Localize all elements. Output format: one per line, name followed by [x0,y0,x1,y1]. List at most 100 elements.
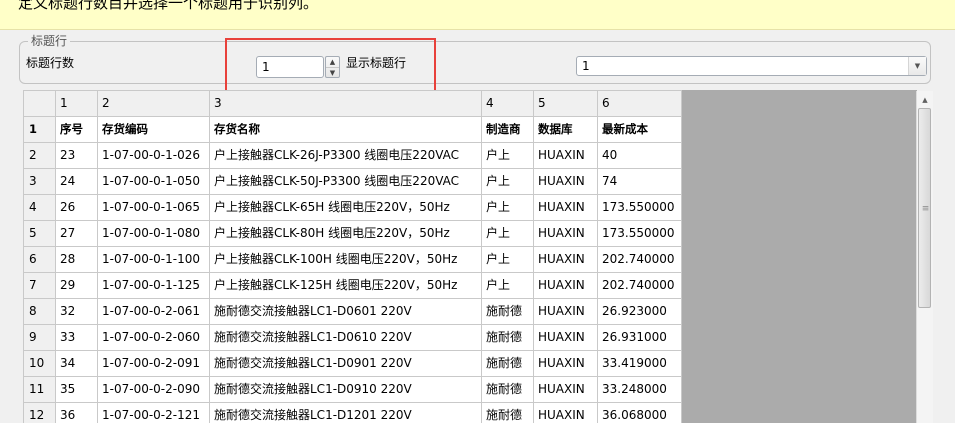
grid-cell[interactable]: 存货名称 [209,116,482,143]
grid-cell[interactable]: 户上 [481,246,534,273]
grid-cell[interactable]: 户上 [481,272,534,299]
grid-cell[interactable]: 户上接触器CLK-65H 线圈电压220V，50Hz [209,194,482,221]
grid-cell[interactable]: 1-07-00-0-1-080 [97,220,210,247]
grid-cell[interactable]: 36.068000 [597,402,682,423]
scrollbar-thumb[interactable]: ≡ [918,108,931,308]
grid-cell[interactable]: 33 [55,324,98,351]
grid-cell[interactable]: 40 [597,142,682,169]
grid-cell[interactable]: 24 [55,168,98,195]
grid-cell[interactable]: 制造商 [481,116,534,143]
grid-cell[interactable]: HUAXIN [533,142,598,169]
row-number-header[interactable]: 11 [23,376,56,403]
row-number-header[interactable]: 3 [23,168,56,195]
grid-cell[interactable]: 1-07-00-0-1-026 [97,142,210,169]
grid-cell[interactable]: 施耐德 [481,350,534,377]
grid-cell[interactable]: 27 [55,220,98,247]
grid-cell[interactable]: 1-07-00-0-1-065 [97,194,210,221]
grid-cell[interactable]: 施耐德 [481,324,534,351]
grid-cell[interactable]: 202.740000 [597,246,682,273]
grid-cell[interactable]: 施耐德交流接触器LC1-D0910 220V [209,376,482,403]
grid-cell[interactable]: HUAXIN [533,402,598,423]
row-number-header[interactable]: 4 [23,194,56,221]
row-number-header[interactable]: 1 [23,116,56,143]
table-row: 2 23 1-07-00-0-1-026 户上接触器CLK-26J-P3300 线圈电… [23,142,682,169]
grid-cell[interactable]: HUAXIN [533,168,598,195]
grid-cell[interactable]: 33.248000 [597,376,682,403]
grid-cell[interactable]: 34 [55,350,98,377]
grid-cell[interactable]: HUAXIN [533,272,598,299]
grid-cell[interactable]: 28 [55,246,98,273]
grid-cell[interactable]: 施耐德 [481,376,534,403]
grid-cell[interactable]: 户上接触器CLK-100H 线圈电压220V，50Hz [209,246,482,273]
grid-cell[interactable]: 最新成本 [597,116,682,143]
header-group-title: 标题行 [28,33,71,49]
grid-cell[interactable]: 户上 [481,194,534,221]
row-number-header[interactable]: 9 [23,324,56,351]
table-row: 11 35 1-07-00-0-2-090 施耐德交流接触器LC1-D0910 220… [23,376,682,403]
corner-cell[interactable] [23,90,56,117]
grid-cell[interactable]: HUAXIN [533,298,598,325]
header-row-select[interactable]: 1 ▼ [576,56,927,76]
grid-cell[interactable]: 施耐德 [481,402,534,423]
chevron-down-icon[interactable]: ▼ [908,57,926,75]
grid-cell[interactable]: 173.550000 [597,220,682,247]
column-number-header[interactable]: 5 [533,90,598,117]
grid-cell[interactable]: HUAXIN [533,220,598,247]
grid-cell[interactable]: 1-07-00-0-2-091 [97,350,210,377]
grid-cell[interactable]: 施耐德 [481,298,534,325]
grid-cell[interactable]: 202.740000 [597,272,682,299]
grid-cell[interactable]: 173.550000 [597,194,682,221]
grid-cell[interactable]: 施耐德交流接触器LC1-D0610 220V [209,324,482,351]
grid-cell[interactable]: 36 [55,402,98,423]
grid-cell[interactable]: 26.923000 [597,298,682,325]
grid-cell[interactable]: 1-07-00-0-1-050 [97,168,210,195]
grid-cell[interactable]: HUAXIN [533,324,598,351]
grid-cell[interactable]: 23 [55,142,98,169]
grid-cell[interactable]: 施耐德交流接触器LC1-D1201 220V [209,402,482,423]
column-number-header[interactable]: 3 [209,90,482,117]
row-number-header[interactable]: 10 [23,350,56,377]
grid-cell[interactable]: 1-07-00-0-2-090 [97,376,210,403]
grid-cell[interactable]: HUAXIN [533,246,598,273]
grid-cell[interactable]: 户上接触器CLK-80H 线圈电压220V，50Hz [209,220,482,247]
row-number-header[interactable]: 5 [23,220,56,247]
grid-cell[interactable]: 1-07-00-0-2-060 [97,324,210,351]
column-number-header[interactable]: 1 [55,90,98,117]
grid-cell[interactable]: 户上 [481,168,534,195]
column-number-header[interactable]: 2 [97,90,210,117]
grid-cell[interactable]: 1-07-00-0-1-125 [97,272,210,299]
grid-cell[interactable]: 序号 [55,116,98,143]
grid-cell[interactable]: 26 [55,194,98,221]
grid-cell[interactable]: 1-07-00-0-1-100 [97,246,210,273]
grid-cell[interactable]: 户上接触器CLK-125H 线圈电压220V，50Hz [209,272,482,299]
grid-cell[interactable]: 33.419000 [597,350,682,377]
column-number-header[interactable]: 6 [597,90,682,117]
column-number-header[interactable]: 4 [481,90,534,117]
grid-cell[interactable]: 施耐德交流接触器LC1-D0601 220V [209,298,482,325]
grid-cell[interactable]: 32 [55,298,98,325]
row-number-header[interactable]: 8 [23,298,56,325]
grid-cell[interactable]: 29 [55,272,98,299]
arrow-up-icon[interactable]: ▲ [917,91,933,108]
grid-cell[interactable]: 26.931000 [597,324,682,351]
grid-cell[interactable]: 1-07-00-0-2-061 [97,298,210,325]
grid-cell[interactable]: 户上 [481,142,534,169]
grid-cell[interactable]: 存货编码 [97,116,210,143]
header-row-select-value: 1 [582,59,590,73]
grid-cell[interactable]: 1-07-00-0-2-121 [97,402,210,423]
grid-cell[interactable]: 74 [597,168,682,195]
grid-cell[interactable]: 数据库 [533,116,598,143]
row-number-header[interactable]: 7 [23,272,56,299]
grid-cell[interactable]: 户上 [481,220,534,247]
vertical-scrollbar[interactable]: ▲ ≡ [916,91,933,423]
grid-cell[interactable]: HUAXIN [533,350,598,377]
grid-cell[interactable]: 施耐德交流接触器LC1-D0901 220V [209,350,482,377]
grid-cell[interactable]: 35 [55,376,98,403]
grid-cell[interactable]: 户上接触器CLK-26J-P3300 线圈电压220VAC [209,142,482,169]
grid-cell[interactable]: HUAXIN [533,376,598,403]
grid-cell[interactable]: HUAXIN [533,194,598,221]
row-number-header[interactable]: 6 [23,246,56,273]
row-number-header[interactable]: 2 [23,142,56,169]
grid-cell[interactable]: 户上接触器CLK-50J-P3300 线圈电压220VAC [209,168,482,195]
row-number-header[interactable]: 12 [23,402,56,423]
